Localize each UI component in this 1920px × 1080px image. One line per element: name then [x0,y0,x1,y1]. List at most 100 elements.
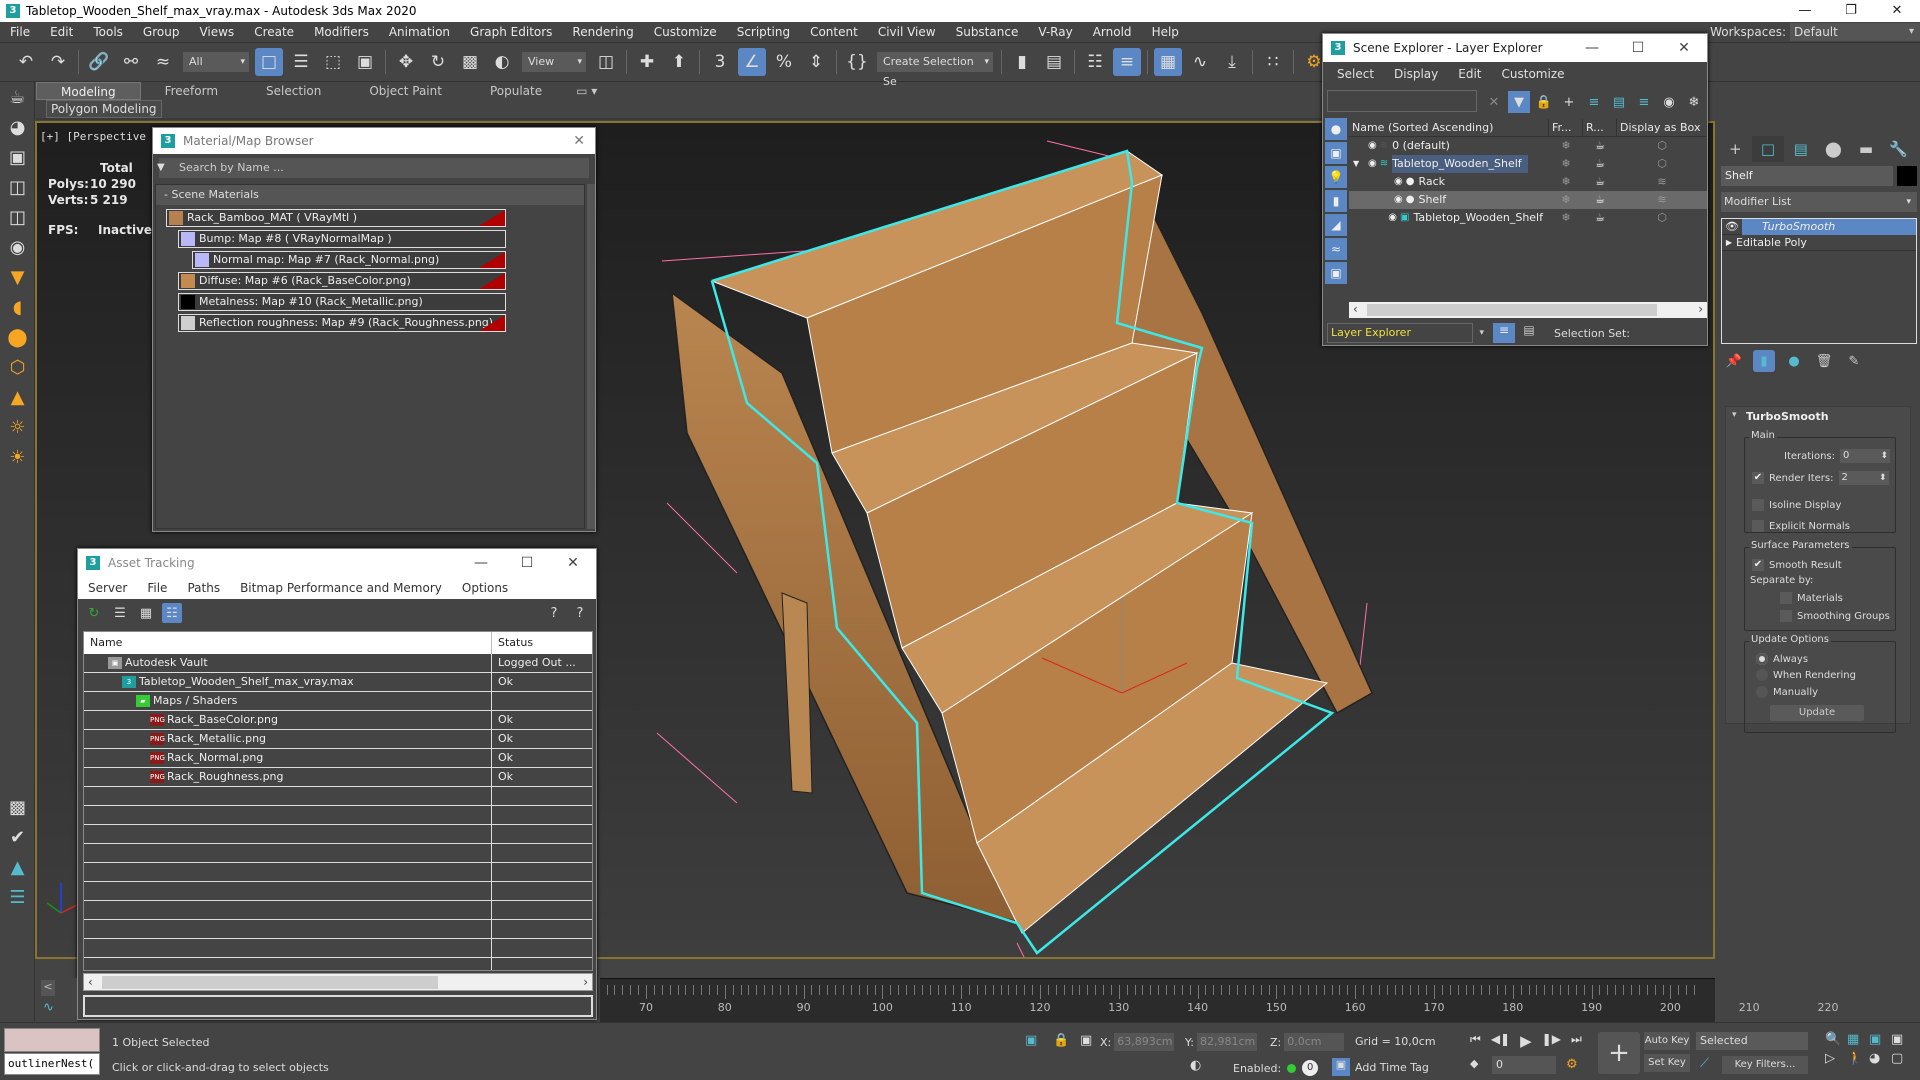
spotlight-icon[interactable]: ▼ [0,262,35,292]
menu-animation[interactable]: Animation [379,25,460,39]
asset-row[interactable]: PNG Rack_Normal.png Ok [84,749,592,768]
key-mode-toggle-icon[interactable]: ◆ [1470,1057,1478,1070]
light-filter-icon[interactable]: 💡 [1325,166,1347,188]
display-as-box-icon[interactable]: ≋ [1617,191,1707,209]
renderable-teapot-icon[interactable]: ☕ [1583,209,1617,227]
column-render[interactable]: R... [1583,119,1617,136]
remove-modifier-icon[interactable]: 🗑 [1813,350,1835,372]
new-layer-icon[interactable]: + [1558,91,1580,113]
ribbon-tab-modeling[interactable]: Modeling [36,82,141,100]
list-icon[interactable]: ☰ [0,882,35,912]
play-icon[interactable]: ▶ [1520,1032,1532,1050]
column-name[interactable]: Name (Sorted Ascending) [1349,119,1549,136]
menu-views[interactable]: Views [189,25,244,39]
display-as-box-icon[interactable]: ⬡ [1617,137,1707,155]
smooth-result-checkbox[interactable]: ✔ [1752,559,1764,571]
material-item[interactable]: Metalness: Map #10 (Rack_Metallic.png) [178,293,506,311]
zoom-icon[interactable]: 🔍 [1825,1032,1847,1047]
explorer-row[interactable]: ◉ ● Shelf ❄ ☕ ≋ [1349,191,1707,209]
orbit-icon[interactable]: ◕ [0,112,35,142]
restore-button[interactable]: ❐ [1828,0,1874,22]
visibility-eye-icon[interactable]: ◉ [1394,173,1403,191]
explorer-mode-dropdown[interactable]: Layer Explorer [1327,323,1484,343]
enabled-count[interactable]: 0 [1302,1060,1319,1076]
explorer-row[interactable]: ▼ ◉ ≋ Tabletop_Wooden_Shelf ❄ ☕ ⬡ [1349,155,1707,173]
materials-checkbox[interactable] [1780,592,1792,604]
select-manipulate-icon[interactable]: ✚ [633,48,661,76]
close-icon[interactable]: ✕ [573,133,585,149]
close-button[interactable]: ✕ [1661,40,1707,56]
layer-explorer-toggle-icon[interactable]: ≡ [1113,48,1141,76]
rollout-title[interactable]: TurboSmooth [1726,407,1910,423]
curve-editor-mini-icon[interactable]: ∿ [43,1000,54,1015]
column-name[interactable]: Name [84,632,492,654]
ref-coord-dropdown[interactable]: View [522,52,586,72]
freeze-icon[interactable]: ❄ [1549,191,1583,209]
scene-explorer-toggle-icon[interactable]: ☷ [1081,48,1109,76]
x-field[interactable]: 63,893cm [1114,1033,1175,1051]
camera-list-icon[interactable]: ◫ [0,202,35,232]
tree-view-icon[interactable]: ▦ [136,603,156,623]
material-search-input[interactable]: ▼ Search by Name ... [157,158,589,178]
smoothing-groups-checkbox[interactable] [1780,610,1792,622]
explorer-row[interactable]: ◉ ≋ 0 (default) ❄ ☕ ⬡ [1349,137,1707,155]
asset-menu-file[interactable]: File [137,581,177,595]
menu-graph-editors[interactable]: Graph Editors [460,25,562,39]
z-field[interactable]: 0,0cm [1284,1033,1345,1051]
ambient-light-icon[interactable]: ☼ [0,412,35,442]
asset-row[interactable]: PNG Rack_BaseColor.png Ok [84,711,592,730]
angle-snap-icon[interactable]: ∠ [738,48,766,76]
asset-row[interactable]: ▰ Maps / Shaders [84,692,592,711]
asset-menu-options[interactable]: Options [452,581,518,595]
display-as-box-icon[interactable]: ≋ [1617,173,1707,191]
bind-space-warp-icon[interactable]: ≈ [149,48,177,76]
adaptive-degradation-icon[interactable]: ◐ [1190,1058,1201,1073]
options-triangle-icon[interactable]: ▼ [157,158,165,178]
auto-key-button[interactable]: Auto Key [1644,1032,1690,1050]
renderable-teapot-icon[interactable]: ☕ [1583,155,1617,173]
menu-modifiers[interactable]: Modifiers [304,25,379,39]
spinner-snap-icon[interactable]: ⇕ [802,48,830,76]
asset-row[interactable]: PNG Rack_Metallic.png Ok [84,730,592,749]
y-field[interactable]: 82,981cm [1196,1033,1257,1051]
display-as-box-icon[interactable]: ⬡ [1617,209,1707,227]
minimize-button[interactable]: — [1569,40,1615,56]
configure-sets-icon[interactable]: ✎ [1843,350,1865,372]
scroll-right-icon[interactable]: › [1698,302,1703,316]
maximize-button[interactable]: ☐ [1615,40,1661,56]
camera-icon[interactable]: ◉ [0,232,35,262]
explorer-menu-select[interactable]: Select [1327,67,1384,81]
explorer-row[interactable]: ◉ ● Rack ❄ ☕ ≋ [1349,173,1707,191]
snaps-toggle-icon[interactable]: 3 [706,48,734,76]
sphere-light-icon[interactable]: ⬤ [0,322,35,352]
refresh-icon[interactable]: ↻ [84,603,104,623]
hierarchy-tab-icon[interactable]: ▤ [1784,136,1817,162]
scroll-right-icon[interactable]: › [583,974,588,990]
scroll-left-icon[interactable]: ‹ [88,974,93,990]
redo-icon[interactable]: ↷ [44,48,72,76]
walk-through-icon[interactable]: 🚶 [1847,1051,1869,1066]
explorer-row[interactable]: ◉ ▣ Tabletop_Wooden_Shelf ❄ ☕ ⬡ [1349,209,1707,227]
set-key-button[interactable]: Set Key [1644,1054,1690,1072]
maxscript-listener-output[interactable] [4,1028,100,1052]
workspaces-dropdown[interactable]: Default [1790,23,1920,41]
freeze-layer-icon[interactable]: ❄ [1683,91,1705,113]
curve-editor-icon[interactable]: ∿ [1186,48,1214,76]
display-as-box-icon[interactable]: ⬡ [1617,155,1707,173]
maxscript-listener-input[interactable]: outlinerNest( [4,1053,100,1075]
update-button[interactable]: Update [1770,705,1864,721]
zoom-extents-all-icon[interactable]: ▣ [1891,1032,1913,1047]
layers-icon[interactable]: ≡ [1633,91,1655,113]
close-button[interactable]: ✕ [550,555,596,571]
close-button[interactable]: ✕ [1874,0,1920,22]
modifier-list-dropdown[interactable]: Modifier List [1721,192,1917,212]
hierarchy-mode-icon[interactable]: ▤ [1518,323,1540,343]
hide-layer-icon[interactable]: ◉ [1658,91,1680,113]
select-object-icon[interactable]: □ [255,48,283,76]
box-icon[interactable]: ▣ [0,142,35,172]
update-manually-radio[interactable] [1756,686,1768,698]
go-to-end-icon[interactable]: ⏭ [1571,1032,1582,1050]
keyboard-shortcut-toggle-icon[interactable]: ⬆ [665,48,693,76]
percent-snap-icon[interactable]: % [770,48,798,76]
asset-row[interactable]: PNG Rack_Roughness.png Ok [84,768,592,787]
